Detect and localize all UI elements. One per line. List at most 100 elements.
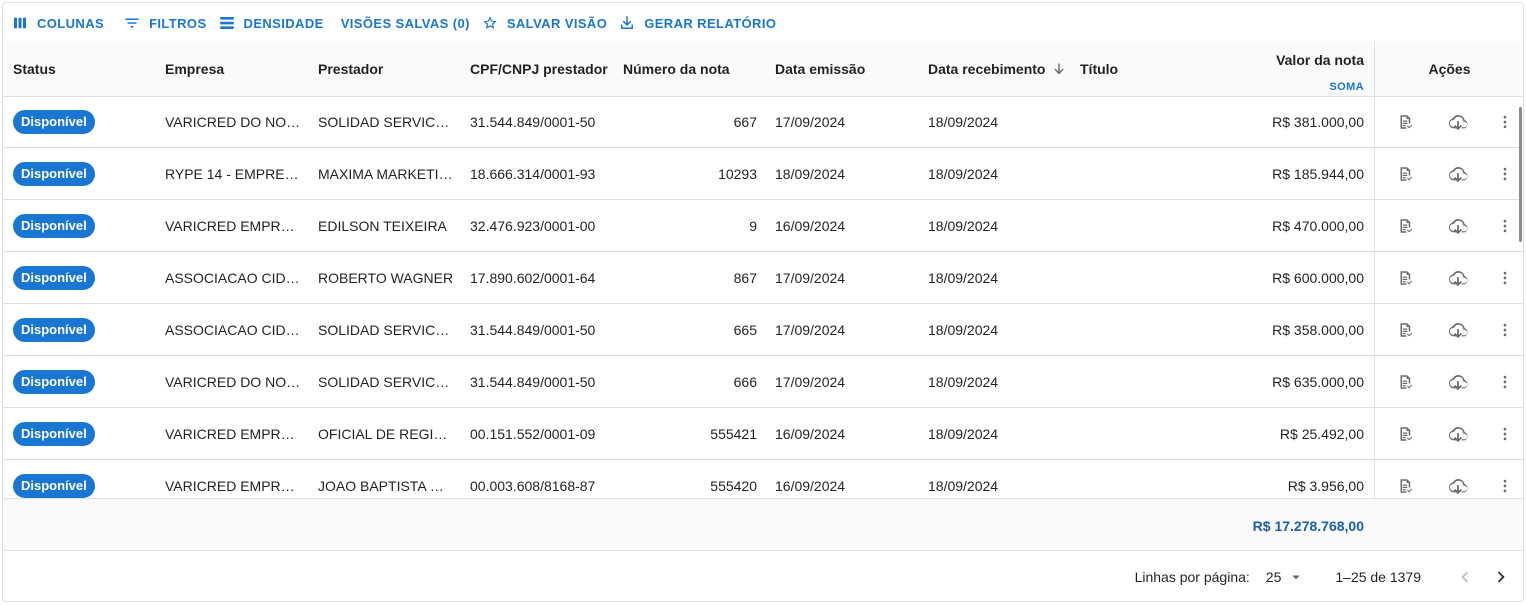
header-cpf-cnpj[interactable]: CPF/CNPJ prestador	[470, 41, 615, 97]
table-row[interactable]: Disponível VARICRED EMPREENDIMENTOS OFICIA…	[3, 408, 1523, 460]
filters-label: FILTROS	[149, 15, 207, 31]
cell-data-recebimento-text: 18/09/2024	[928, 166, 999, 182]
columns-button[interactable]: COLUNAS	[9, 8, 113, 38]
table-row[interactable]: Disponível ASSOCIACAO CIDADE ROBERTO WAGNE…	[3, 252, 1523, 304]
density-button[interactable]: DENSIDADE	[216, 8, 333, 38]
cell-prestador: SOLIDAD SERVICOS	[318, 356, 454, 408]
cell-numero-nota: 9	[623, 200, 757, 252]
more-vert-icon	[1503, 323, 1507, 337]
more-actions-button[interactable]	[1493, 162, 1517, 186]
cell-prestador-text: JOAO BAPTISTA MOREIRA	[318, 478, 454, 494]
save-view-button[interactable]: SALVAR VISÃO	[479, 8, 616, 38]
more-actions-button[interactable]	[1493, 370, 1517, 394]
download-button[interactable]	[1446, 266, 1470, 290]
cell-data-recebimento: 18/09/2024	[928, 408, 1068, 460]
view-document-button[interactable]	[1393, 162, 1417, 186]
table-row[interactable]: Disponível VARICRED EMPREENDIMENTOS EDILSO…	[3, 200, 1523, 252]
cell-data-emissao-text: 18/09/2024	[775, 166, 846, 182]
header-empresa[interactable]: Empresa	[165, 41, 305, 97]
cell-empresa-text: VARICRED EMPREENDIMENTOS	[165, 218, 301, 234]
view-document-button[interactable]	[1393, 266, 1417, 290]
cell-data-recebimento: 18/09/2024	[928, 200, 1068, 252]
more-actions-button[interactable]	[1493, 214, 1517, 238]
rows-per-page-label: Linhas por página:	[1134, 569, 1250, 585]
download-button[interactable]	[1446, 370, 1470, 394]
cell-numero-nota-text: 666	[733, 374, 757, 390]
cell-data-emissao-text: 16/09/2024	[775, 478, 846, 494]
view-document-button[interactable]	[1393, 110, 1417, 134]
table-row[interactable]: Disponível ASSOCIACAO CIDADE SOLIDAD SERVI…	[3, 304, 1523, 356]
view-document-button[interactable]	[1393, 474, 1417, 498]
more-actions-button[interactable]	[1493, 318, 1517, 342]
more-vert-icon	[1503, 479, 1507, 493]
cell-status: Disponível	[13, 408, 153, 460]
cell-valor-nota-text: R$ 185.944,00	[1272, 166, 1364, 182]
header-data-emissao[interactable]: Data emissão	[775, 41, 920, 97]
table-row[interactable]: Disponível VARICRED DO NORTE SOLIDAD SERVI…	[3, 96, 1523, 148]
cell-prestador-text: EDILSON TEIXEIRA	[318, 218, 447, 234]
download-button[interactable]	[1446, 110, 1470, 134]
status-badge: Disponível	[13, 474, 95, 498]
header-data-recebimento-label: Data recebimento	[928, 61, 1046, 77]
cell-titulo	[1080, 356, 1200, 408]
header-numero-nota[interactable]: Número da nota	[623, 41, 768, 97]
view-document-button[interactable]	[1393, 214, 1417, 238]
report-button[interactable]: GERAR RELATÓRIO	[616, 8, 785, 38]
star-icon	[483, 16, 497, 29]
saved-views-button[interactable]: VISÕES SALVAS (0)	[333, 8, 479, 38]
table-row[interactable]: Disponível RYPE 14 - EMPREENDIMENTOS MAXIM…	[3, 148, 1523, 200]
table-row[interactable]: Disponível VARICRED DO NORTE SOLIDAD SERVI…	[3, 356, 1523, 408]
download-button[interactable]	[1446, 214, 1470, 238]
download-button[interactable]	[1446, 162, 1470, 186]
cell-numero-nota-text: 667	[733, 114, 757, 130]
cell-cpf-cnpj-text: 31.544.849/0001-50	[470, 114, 596, 130]
document-icon	[1400, 167, 1413, 181]
cell-data-recebimento-text: 18/09/2024	[928, 270, 999, 286]
more-actions-button[interactable]	[1493, 474, 1517, 498]
cell-status: Disponível	[13, 96, 153, 148]
header-status[interactable]: Status	[13, 41, 153, 97]
cell-prestador-text: MAXIMA MARKETING	[318, 166, 454, 182]
more-actions-button[interactable]	[1493, 422, 1517, 446]
header-titulo[interactable]: Título	[1080, 41, 1200, 97]
cell-empresa-text: RYPE 14 - EMPREENDIMENTOS	[165, 166, 301, 182]
cell-valor-nota-text: R$ 25.492,00	[1279, 426, 1364, 442]
cell-cpf-cnpj-text: 18.666.314/0001-93	[470, 166, 596, 182]
view-document-button[interactable]	[1393, 422, 1417, 446]
view-document-button[interactable]	[1393, 318, 1417, 342]
download-button[interactable]	[1446, 474, 1470, 498]
cell-cpf-cnpj: 31.544.849/0001-50	[470, 304, 615, 356]
cell-data-recebimento-text: 18/09/2024	[928, 114, 999, 130]
cell-prestador: MAXIMA MARKETING	[318, 148, 454, 200]
cell-data-recebimento: 18/09/2024	[928, 148, 1068, 200]
more-actions-button[interactable]	[1493, 266, 1517, 290]
cloud-download-icon	[1448, 427, 1468, 443]
more-actions-button[interactable]	[1493, 110, 1517, 134]
document-icon	[1400, 115, 1413, 129]
cell-prestador-text: ROBERTO WAGNER	[318, 270, 454, 286]
pagination: Linhas por página: 25 1–25 de 1379	[3, 551, 1523, 601]
status-badge: Disponível	[13, 266, 95, 290]
header-valor-nota[interactable]: Valor da nota SOMA	[1213, 41, 1364, 97]
sort-descending-icon[interactable]	[1051, 61, 1067, 77]
status-badge: Disponível	[13, 214, 95, 238]
table-row[interactable]: Disponível VARICRED EMPREENDIMENTOS JOAO B…	[3, 460, 1523, 498]
cell-data-emissao-text: 17/09/2024	[775, 114, 846, 130]
filters-button[interactable]: FILTROS	[121, 8, 215, 38]
download-button[interactable]	[1446, 422, 1470, 446]
cell-data-recebimento-text: 18/09/2024	[928, 426, 999, 442]
vertical-scrollbar[interactable]	[1519, 107, 1522, 242]
header-prestador[interactable]: Prestador	[318, 41, 458, 97]
header-valor-aggregation: SOMA	[1329, 81, 1364, 93]
download-button[interactable]	[1446, 318, 1470, 342]
cell-data-emissao: 16/09/2024	[775, 200, 915, 252]
cell-prestador: SOLIDAD SERVICOS	[318, 96, 454, 148]
view-document-button[interactable]	[1393, 370, 1417, 394]
header-data-recebimento[interactable]: Data recebimento	[928, 41, 1078, 97]
previous-page-button[interactable]	[1447, 559, 1483, 595]
cell-valor-nota: R$ 470.000,00	[1203, 200, 1364, 252]
rows-per-page-select[interactable]: 25	[1266, 568, 1306, 586]
cell-numero-nota: 10293	[623, 148, 757, 200]
more-vert-icon	[1503, 115, 1507, 129]
next-page-button[interactable]	[1483, 559, 1519, 595]
